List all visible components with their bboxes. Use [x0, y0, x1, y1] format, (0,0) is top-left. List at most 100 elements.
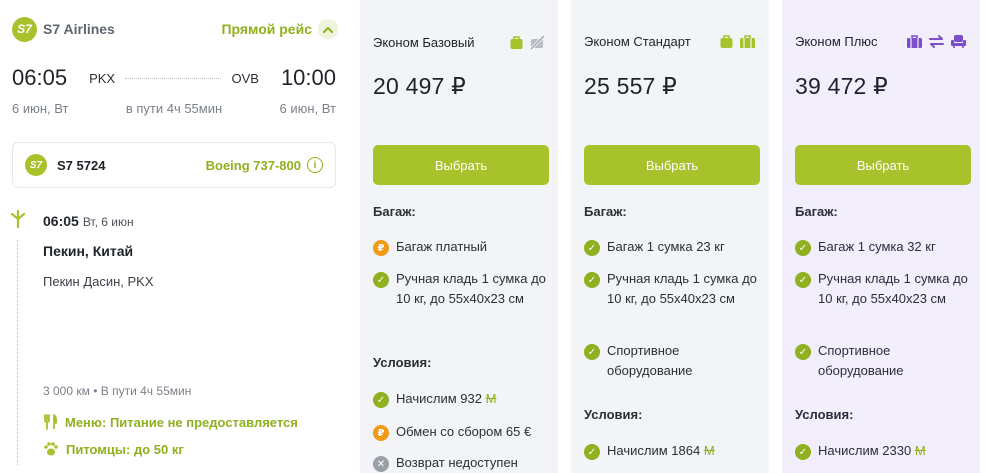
separator-dot: •: [93, 384, 98, 398]
fork-knife-icon: [44, 414, 58, 430]
seat-icon: [951, 35, 966, 48]
check-icon: ✓: [795, 240, 811, 256]
fare-name: Эконом Базовый: [373, 34, 475, 50]
flight-duration: в пути 4ч 55мин: [125, 101, 223, 116]
baggage-title: Багаж:: [584, 204, 627, 219]
suitcase-icon: [740, 35, 755, 48]
meal-info: Меню: Питание не предоставляется: [43, 414, 298, 430]
feature-text: Багаж 1 сумка 23 кг: [607, 239, 725, 254]
feature-item: ✓ Начислим 2330 M: [795, 443, 975, 461]
segment-timeline: [17, 240, 18, 465]
hand-luggage-icon: [720, 35, 733, 48]
feature-item: ✓ Начислим 932 M: [373, 391, 553, 409]
segment-departure: 06:05 Вт, 6 июн: [43, 213, 134, 229]
feature-text: Ручная кладь 1 сумка до 10 кг, до 55x40x…: [396, 271, 546, 306]
flight-info-card: S7 S7 5724 Boeing 737-800 i: [12, 142, 336, 188]
route-line: [125, 77, 222, 79]
feature-text: Начислим 2330 M: [818, 443, 926, 458]
no-baggage-icon: [529, 34, 545, 50]
baggage-title: Багаж:: [373, 204, 416, 219]
check-icon: ✓: [584, 272, 600, 288]
fare-price: 39 472 ₽: [795, 73, 888, 99]
conditions-title: Условия:: [795, 407, 854, 422]
fare-name: Эконом Плюс: [795, 34, 878, 49]
distance-row: 3 000 км • В пути 4ч 55мин: [43, 384, 191, 398]
paw-icon: [44, 442, 58, 456]
direct-flight-label: Прямой рейс: [221, 21, 312, 37]
fare-card-economy-standard: Эконом Стандарт 25 557 ₽ Выбрать Багаж: …: [571, 0, 769, 473]
fare-header: Эконом Базовый: [373, 34, 545, 50]
info-icon[interactable]: i: [307, 157, 323, 173]
feature-text: Начислим 932 M: [396, 391, 497, 406]
airline-header: S7 S7 Airlines Прямой рейс: [12, 16, 338, 42]
feature-text: Начислим 1864 M: [607, 443, 715, 458]
feature-text: Спортивное оборудование: [818, 343, 904, 378]
feature-item: ✓ Спортивное оборудование: [795, 343, 975, 381]
direct-flight-toggle[interactable]: Прямой рейс: [221, 19, 338, 39]
feature-text: Ручная кладь 1 сумка до 10 кг, до 55x40x…: [607, 271, 757, 306]
segment-date: Вт, 6 июн: [82, 215, 134, 229]
fare-name: Эконом Стандарт: [584, 34, 691, 49]
segment-airport: Пекин Дасин, PKX: [43, 274, 154, 289]
check-icon: ✓: [584, 344, 600, 360]
ruble-icon: ₽: [373, 240, 389, 256]
fare-icons: [509, 34, 545, 50]
feature-item: ✓ Спортивное оборудование: [584, 343, 764, 381]
feature-text: Спортивное оборудование: [607, 343, 693, 378]
fare-icons: [906, 34, 967, 49]
feature-text: Багаж платный: [396, 239, 488, 254]
meal-text: Меню: Питание не предоставляется: [65, 414, 298, 430]
exchange-icon: [929, 35, 944, 48]
select-fare-button[interactable]: Выбрать: [795, 145, 971, 185]
pets-info: Питомцы: до 50 кг: [43, 441, 184, 457]
arrival-time: 10:00: [280, 65, 336, 90]
fare-card-economy-basic: Эконом Базовый 20 497 ₽ Выбрать Багаж: ₽…: [360, 0, 558, 473]
select-fare-button[interactable]: Выбрать: [584, 145, 760, 185]
feature-text: Ручная кладь 1 сумка до 10 кг, до 55x40x…: [818, 271, 968, 306]
fare-card-economy-plus: Эконом Плюс 39 472 ₽ Выбрать Багаж: ✓ Ба…: [782, 0, 980, 473]
fare-header: Эконом Стандарт: [584, 34, 756, 49]
fare-price: 25 557 ₽: [584, 73, 677, 99]
check-icon: ✓: [795, 272, 811, 288]
miles-icon: M: [703, 443, 715, 458]
cross-icon: ✕: [373, 456, 389, 472]
flight-details-panel: S7 S7 Airlines Прямой рейс 06:05 PKX OVB…: [0, 0, 350, 473]
departure-code: PKX: [89, 70, 116, 86]
feature-item: ✓ Ручная кладь 1 сумка до 10 кг, до 55x4…: [373, 271, 553, 309]
aircraft-model[interactable]: Boeing 737-800: [206, 158, 301, 173]
travel-time: В пути 4ч 55мин: [100, 384, 192, 398]
airline-logo-small: S7: [25, 154, 47, 176]
check-icon: ✓: [795, 444, 811, 460]
conditions-title: Условия:: [373, 355, 432, 370]
feature-item: ✓ Ручная кладь 1 сумка до 10 кг, до 55x4…: [795, 271, 975, 309]
chevron-up-icon[interactable]: [318, 19, 338, 39]
select-fare-button[interactable]: Выбрать: [373, 145, 549, 185]
check-icon: ✓: [373, 272, 389, 288]
hand-luggage-icon: [510, 35, 523, 49]
miles-icon: M: [914, 443, 926, 458]
check-icon: ✓: [373, 392, 389, 408]
departure-date: 6 июн, Вт: [12, 101, 69, 116]
feature-text: Багаж 1 сумка 32 кг: [818, 239, 936, 254]
feature-item: ✓ Ручная кладь 1 сумка до 10 кг, до 55x4…: [584, 271, 764, 309]
ruble-icon: ₽: [373, 425, 389, 441]
feature-item: ✕ Возврат недоступен: [373, 455, 553, 473]
route-row: 06:05 PKX OVB 10:00: [12, 63, 336, 93]
feature-text: Возврат недоступен: [396, 455, 518, 470]
miles-icon: M: [485, 391, 497, 406]
feature-item: ✓ Багаж 1 сумка 32 кг: [795, 239, 975, 257]
feature-text: Обмен со сбором 65 €: [396, 424, 532, 439]
segment-city: Пекин, Китай: [43, 243, 134, 259]
flight-number: S7 5724: [57, 157, 106, 173]
takeoff-icon: [10, 210, 26, 228]
fare-price: 20 497 ₽: [373, 73, 466, 99]
baggage-title: Багаж:: [795, 204, 838, 219]
feature-item: ✓ Начислим 1864 M: [584, 443, 764, 461]
fare-icons: [719, 34, 756, 49]
feature-item: ✓ Багаж 1 сумка 23 кг: [584, 239, 764, 257]
airline-logo: S7: [12, 16, 37, 42]
feature-item: ₽ Багаж платный: [373, 239, 553, 257]
distance: 3 000 км: [43, 384, 90, 398]
arrival-code: OVB: [231, 70, 259, 86]
segment-time: 06:05: [43, 213, 79, 229]
